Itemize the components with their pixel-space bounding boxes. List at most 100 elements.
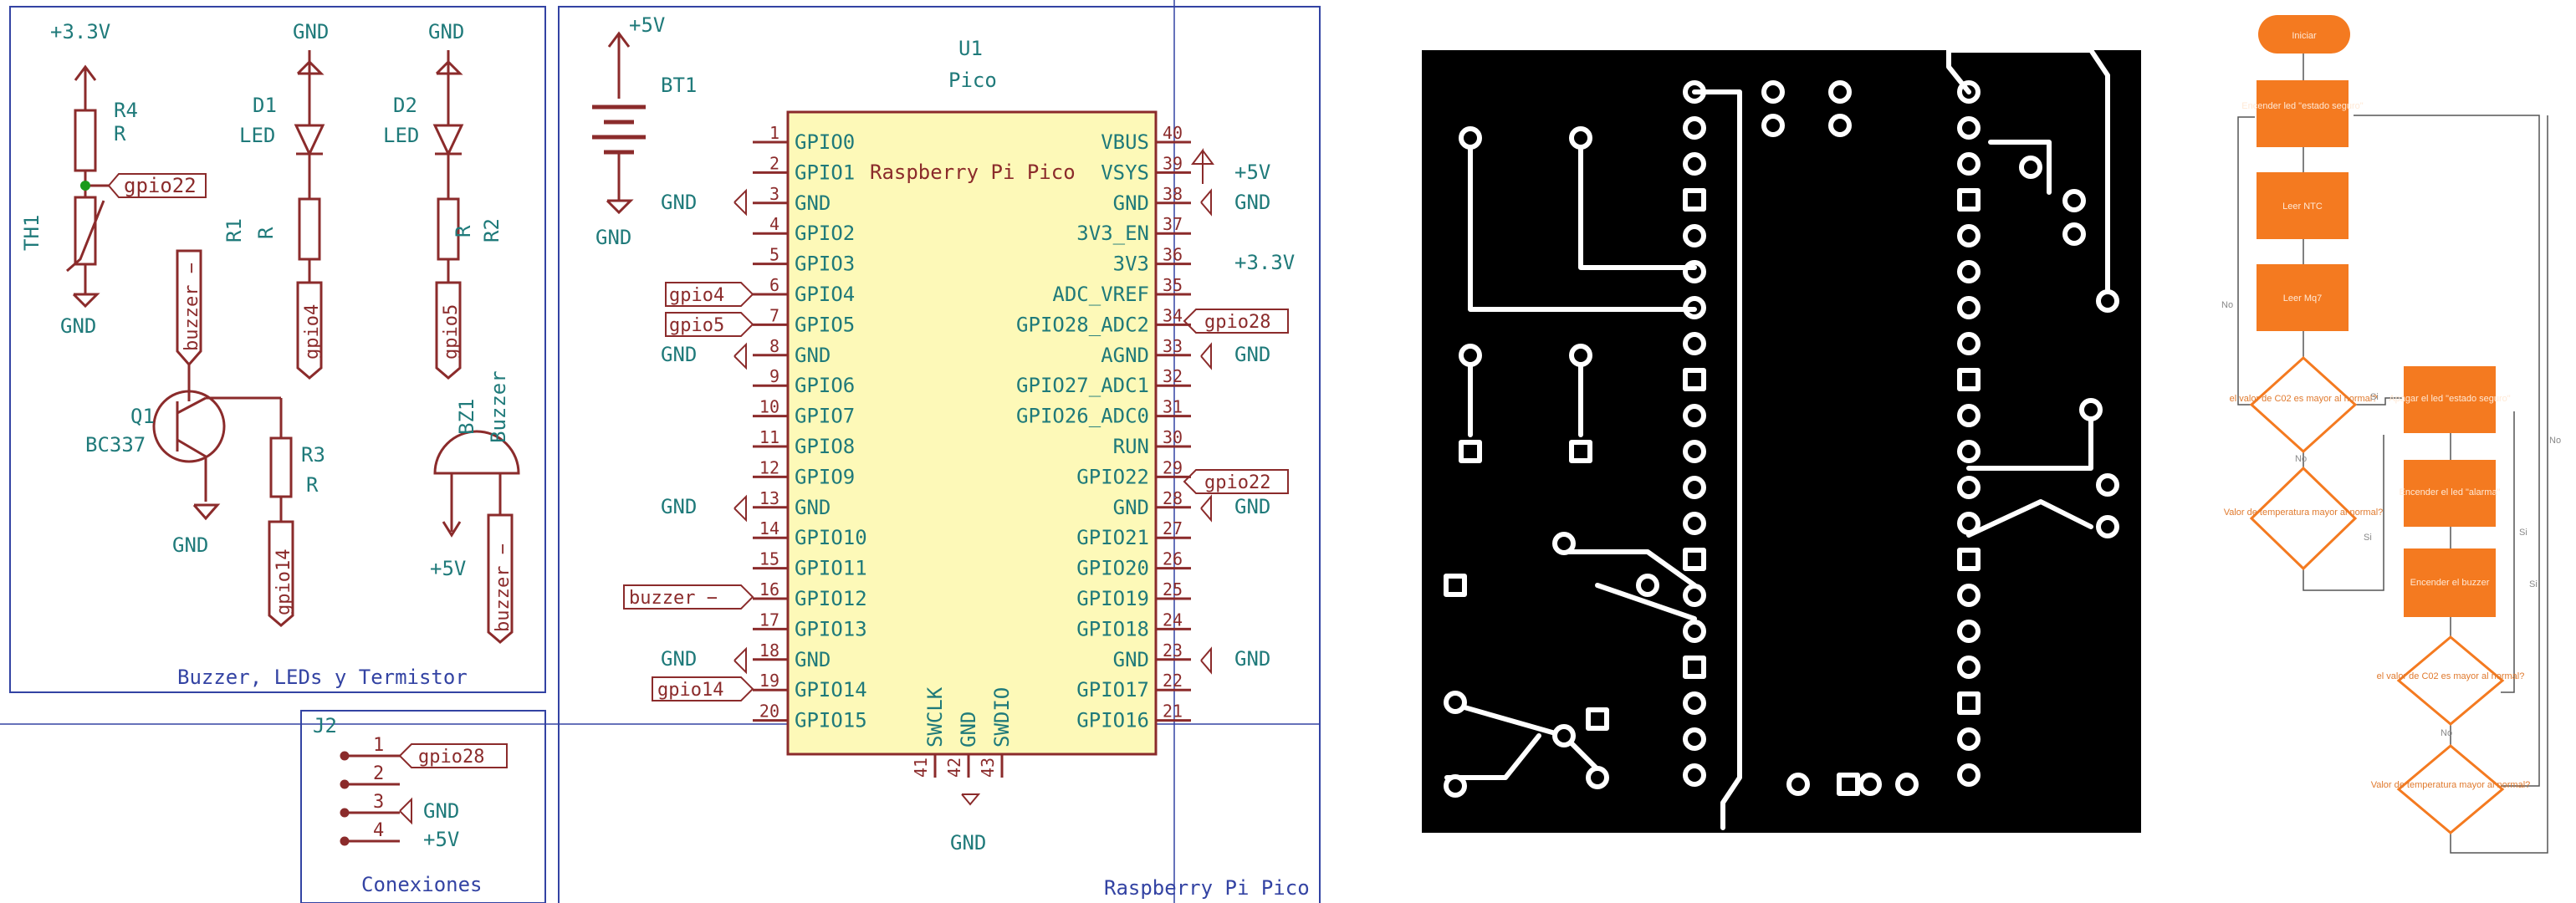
pin-name: GPIO7 <box>795 405 855 428</box>
pin-number: 37 <box>1163 214 1183 234</box>
pcb-pad <box>1957 584 1981 607</box>
pin-name: GND <box>1113 191 1149 215</box>
pcb-pad <box>1957 368 1981 391</box>
frame-title-buzzer: Buzzer, LEDs y Termistor <box>177 666 468 689</box>
pin-name: GPIO17 <box>1076 678 1149 701</box>
pin-number: 20 <box>759 701 779 722</box>
pin-number: 29 <box>1163 457 1183 477</box>
pcb-pad <box>1444 691 1467 714</box>
pin-name: GPIO2 <box>795 222 855 245</box>
pin-number: 22 <box>1163 671 1183 691</box>
net-label-gpio28: gpio28 <box>418 747 484 768</box>
pin-name: GPIO3 <box>795 253 855 276</box>
power-label-5v: +5V <box>629 13 665 37</box>
d1-value: LED <box>239 124 275 147</box>
net-label-buzzer: buzzer − <box>181 263 202 351</box>
pcb-pad <box>1895 773 1919 796</box>
r4-value: R <box>114 122 126 145</box>
j2-ref: J2 <box>313 714 337 737</box>
flow-step-led-seguro-label: Encender led "estado seguro" <box>2241 101 2364 111</box>
pin-name: 3V3_EN <box>1076 222 1149 245</box>
pcb-pad <box>1957 332 1981 355</box>
power-label-5v: +5V <box>423 828 459 851</box>
pin-number: 6 <box>769 275 779 295</box>
flow-edge-label-si: Si <box>2370 392 2379 402</box>
pin-number: 17 <box>759 610 779 630</box>
pin-name: GPIO4 <box>795 283 855 306</box>
pcb-pad <box>1444 774 1467 798</box>
flow-start-label: Iniciar <box>2292 31 2317 41</box>
pcb-pad <box>1957 763 1981 787</box>
pin-name: VBUS <box>1101 130 1149 154</box>
pin-name: GPIO13 <box>795 617 867 640</box>
r3-value: R <box>306 473 319 497</box>
net-label-gpio4: gpio4 <box>302 304 323 360</box>
flow-step-led-alarma-label: Encender el led "alarma" <box>2400 487 2501 497</box>
pin-number: 35 <box>1163 275 1183 295</box>
pin-name: GPIO11 <box>795 557 867 580</box>
pcb-layout <box>1372 0 2158 903</box>
pin-name: GPIO1 <box>795 161 855 184</box>
pcb-pad <box>1858 773 1882 796</box>
gnd-label: GND <box>1234 343 1270 366</box>
flow-decision-co2-label: el valor de C02 es mayor al normal? <box>2230 394 2378 404</box>
j2-pin-dot <box>340 808 350 818</box>
pcb-pad <box>1957 404 1981 427</box>
pin-number: 15 <box>759 549 779 569</box>
pin-name: VSYS <box>1101 161 1149 184</box>
pin-name: GND <box>1113 648 1149 671</box>
frame-title-conexiones: Conexiones <box>361 873 483 896</box>
pcb-pad <box>1957 224 1981 247</box>
gnd-label: GND <box>1234 495 1270 518</box>
pcb-pad <box>1683 440 1706 463</box>
pin-name: AGND <box>1101 344 1149 367</box>
pcb-pad <box>1683 476 1706 499</box>
pin-name: 3V3 <box>1113 253 1149 276</box>
j2-pin-dot <box>340 751 350 761</box>
pcb-pad <box>1683 512 1706 535</box>
pcb-pad <box>1683 763 1706 787</box>
gnd-label: GND <box>661 191 697 214</box>
pin-number: 41 <box>911 758 931 778</box>
pin-number: 43 <box>978 758 998 778</box>
pcb-pad <box>1761 80 1785 104</box>
pin-number: 5 <box>769 245 779 265</box>
net-label-gpio5: gpio5 <box>669 315 724 336</box>
pcb-pad <box>1683 152 1706 176</box>
u1-ref: U1 <box>958 37 983 60</box>
power-label-33v: +3.3V <box>1234 251 1295 274</box>
pin-name: GND <box>795 496 831 519</box>
pin-number: 31 <box>1163 397 1183 417</box>
net-label-gpio14: gpio14 <box>273 549 294 615</box>
pin-name: GPIO12 <box>795 587 867 610</box>
pcb-pad <box>1957 476 1981 499</box>
gnd-label: GND <box>172 533 208 557</box>
flow-decision-temp-2-label: Valor de temperatura mayor al normal? <box>2371 780 2531 790</box>
frame-title-pico: Raspberry Pi Pico <box>1104 876 1310 900</box>
net-label-gpio28: gpio28 <box>1204 312 1270 333</box>
gnd-label: GND <box>595 226 631 249</box>
pcb-pad <box>1957 188 1981 212</box>
r2-value: R <box>452 225 475 237</box>
kicad-schematic: Buzzer, LEDs y Termistor Conexiones Rasp… <box>0 0 1321 903</box>
pcb-pad <box>1761 114 1785 137</box>
pin-name: GND <box>795 648 831 671</box>
flowchart: Iniciar Encender led "estado seguro" Lee… <box>2191 0 2576 903</box>
pin-number: 32 <box>1163 366 1183 386</box>
net-label-gpio22: gpio22 <box>1204 472 1270 493</box>
pcb-pad <box>1957 296 1981 319</box>
gnd-label: GND <box>661 647 697 671</box>
r1-value: R <box>254 227 278 239</box>
q1-ref: Q1 <box>130 405 155 428</box>
pin-number: 3 <box>769 184 779 204</box>
pin-name: GPIO20 <box>1076 557 1149 580</box>
pin-name: GND <box>957 712 980 747</box>
pin-name: SWDIO <box>990 687 1014 747</box>
pcb-pad <box>1957 727 1981 751</box>
pcb-pad <box>1459 126 1482 150</box>
pcb-pad <box>2096 515 2119 538</box>
flow-edge-label-no: No <box>2441 728 2452 738</box>
pin-name: GPIO26_ADC0 <box>1016 405 1149 428</box>
pcb-pad <box>1636 574 1659 597</box>
pin-name: SWCLK <box>923 686 947 747</box>
